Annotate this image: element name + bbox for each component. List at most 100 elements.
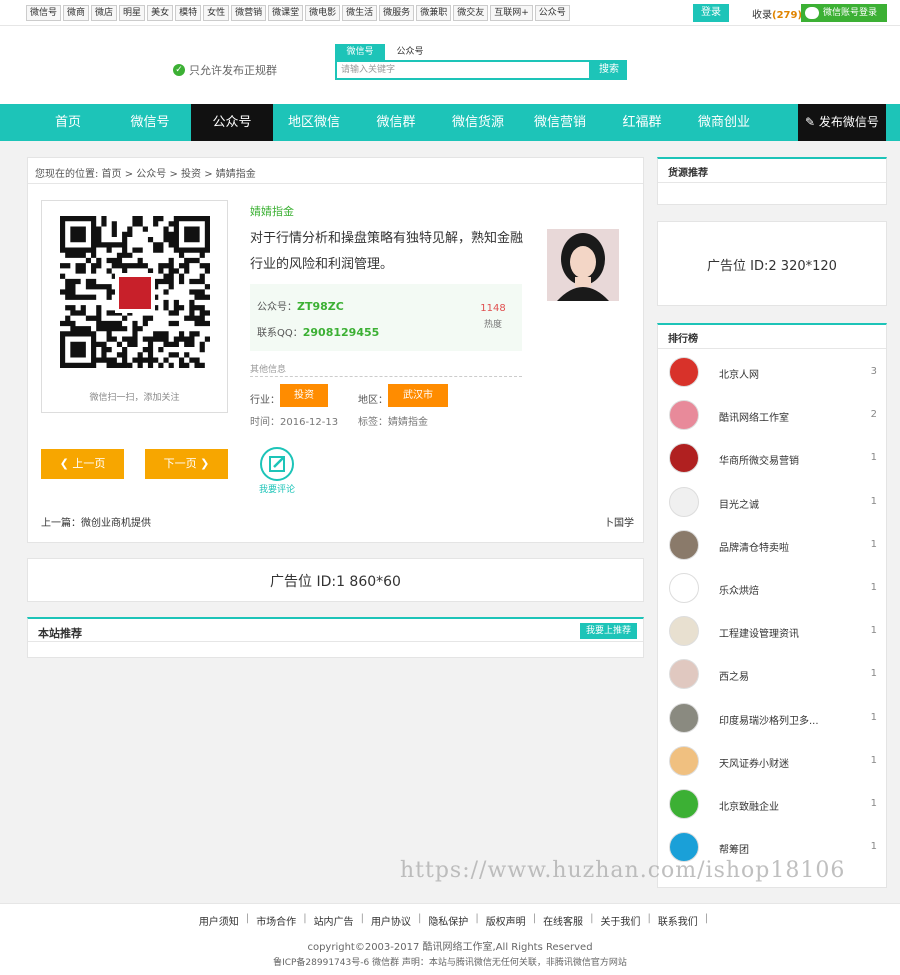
rank-item[interactable]: 酷讯网络工作室 2 [658, 396, 886, 439]
footer-link[interactable]: 隐私保护 [421, 913, 475, 928]
footer-link[interactable]: 关于我们 [593, 913, 647, 928]
wechat-login-button[interactable]: 微信账号登录 [801, 4, 887, 22]
apply-recommend-button[interactable]: 我要上推荐 [580, 623, 637, 639]
nav-item[interactable]: 微信群 [355, 104, 437, 141]
top-link[interactable]: 美女 [147, 5, 174, 21]
other-info-title: 其他信息 [250, 365, 287, 375]
publish-button[interactable]: ✎ 发布微信号 [798, 104, 886, 141]
region-tag[interactable]: 武汉市 [388, 384, 448, 407]
edit-icon [269, 456, 285, 472]
top-link[interactable]: 微营销 [231, 5, 267, 21]
contact-qq-label: 联系QQ： [257, 328, 303, 339]
top-link[interactable]: 微商 [63, 5, 90, 21]
footer-link[interactable]: 联系我们 [651, 913, 705, 928]
footer-link[interactable]: 用户须知 [192, 913, 246, 928]
nav-item[interactable]: 微信货源 [437, 104, 519, 141]
next-article-link[interactable]: 卜国学 [604, 514, 634, 529]
notice-text: 只允许发布正规群 [189, 64, 277, 77]
rank-item-avatar [669, 529, 699, 560]
icp-notice: 鲁ICP备28991743号-6 微信群 声明：本站与腾讯微信无任何关联，非腾讯… [273, 958, 627, 968]
account-id-value: ZT98ZC [297, 300, 344, 313]
top-link[interactable]: 微交友 [453, 5, 489, 21]
qr-caption: 微信扫一扫，添加关注 [89, 393, 180, 403]
nav-item[interactable]: 红福群 [601, 104, 683, 141]
top-link[interactable]: 微服务 [379, 5, 415, 21]
rank-item[interactable]: 品牌清仓特卖啦 1 [658, 526, 886, 569]
next-page-button[interactable]: 下一页 ❯ [145, 449, 228, 479]
rank-item-name[interactable]: 品牌清仓特卖啦 [719, 539, 829, 554]
industry-label: 行业： [250, 395, 280, 406]
top-link[interactable]: 互联网+ [490, 5, 533, 21]
comment-icon[interactable] [260, 447, 294, 481]
rank-item-name[interactable]: 乐众烘焙 [719, 582, 829, 597]
top-link[interactable]: 微店 [91, 5, 118, 21]
rank-item[interactable]: 印度易瑞沙格列卫多... 1 [658, 699, 886, 742]
top-link[interactable]: 微课堂 [268, 5, 304, 21]
footer-link[interactable]: 站内广告 [307, 913, 361, 928]
comment-label[interactable]: 我要评论 [253, 482, 301, 495]
top-link[interactable]: 女性 [203, 5, 230, 21]
next-page-label: 下一页 [163, 457, 197, 470]
top-link[interactable]: 微生活 [342, 5, 378, 21]
ad-slot-1-label: 广告位 ID:1 860*60 [270, 574, 401, 590]
search-tab-public-account[interactable]: 公众号 [388, 44, 432, 60]
rank-item-name[interactable]: 北京人网 [719, 366, 829, 381]
rank-item-count: 1 [870, 841, 877, 853]
rank-item-count: 1 [870, 754, 877, 766]
rank-item-avatar [669, 443, 699, 474]
rank-item-name[interactable]: 华商所微交易营销 [719, 452, 829, 467]
rank-item[interactable]: 北京致融企业 1 [658, 785, 886, 828]
account-description: 对于行情分析和操盘策略有独特见解，熟知金融行业的风险和利润管理。 [250, 231, 524, 272]
hot-value: 1148 [480, 303, 506, 314]
divider [658, 348, 886, 349]
rank-item[interactable]: 工程建设管理资讯 1 [658, 612, 886, 655]
search-input[interactable]: 请输入关键字 [335, 60, 591, 80]
search-button[interactable]: 搜索 [591, 60, 627, 80]
industry-tag[interactable]: 投资 [280, 384, 328, 407]
nav-item[interactable]: 微信营销 [519, 104, 601, 141]
divider [250, 376, 522, 377]
nav-item[interactable]: 微商创业 [683, 104, 765, 141]
footer-link[interactable]: 市场合作 [249, 913, 303, 928]
rank-item[interactable]: 北京人网 3 [658, 353, 886, 396]
footer-link[interactable]: 版权声明 [479, 913, 533, 928]
rank-item-name[interactable]: 天风证券小财迷 [719, 755, 829, 770]
top-link[interactable]: 微信号 [26, 5, 62, 21]
ad-slot-2-label: 广告位 ID:2 320*120 [707, 259, 837, 274]
rank-item[interactable]: 天风证券小财迷 1 [658, 742, 886, 785]
rank-item-name[interactable]: 西之易 [719, 668, 829, 683]
rank-item-name[interactable]: 帮筹团 [719, 841, 829, 856]
nav-item[interactable]: 微信号 [109, 104, 191, 141]
nav-item[interactable]: 公众号 [191, 104, 273, 141]
rank-item-name[interactable]: 目光之诚 [719, 496, 829, 511]
rank-item-name[interactable]: 北京致融企业 [719, 798, 829, 813]
login-button[interactable]: 登录 [693, 4, 729, 22]
site-logo[interactable] [20, 38, 150, 88]
watermark: https://www.huzhan.com/ishop18106 [400, 858, 846, 883]
recommend-panel [27, 617, 644, 658]
copyright: copyright©2003-2017 酷讯网络工作室,All Rights R… [307, 942, 593, 953]
contact-qq: 联系QQ：2908129455 [257, 324, 379, 339]
rank-item[interactable]: 华商所微交易营销 1 [658, 439, 886, 482]
top-link[interactable]: 公众号 [534, 5, 570, 21]
rank-item-name[interactable]: 工程建设管理资讯 [719, 625, 829, 640]
rank-item[interactable]: 乐众烘焙 1 [658, 569, 886, 612]
rank-item[interactable]: 西之易 1 [658, 655, 886, 698]
prev-page-button[interactable]: ❮ 上一页 [41, 449, 124, 479]
rank-item-count: 1 [870, 452, 877, 464]
prev-article-link[interactable]: 上一篇：微创业商机提供 [41, 514, 151, 529]
top-link[interactable]: 微电影 [305, 5, 341, 21]
top-link[interactable]: 明星 [119, 5, 146, 21]
nav-item[interactable]: 首页 [27, 104, 109, 141]
top-link[interactable]: 模特 [175, 5, 202, 21]
nav-item[interactable]: 地区微信 [273, 104, 355, 141]
footer-link[interactable]: 用户协议 [364, 913, 418, 928]
rank-item[interactable]: 目光之诚 1 [658, 483, 886, 526]
search-tab-wechat-id[interactable]: 微信号 [335, 44, 385, 60]
rank-item-name[interactable]: 印度易瑞沙格列卫多... [719, 712, 829, 727]
region-label: 地区： [358, 395, 388, 406]
rank-item-count: 1 [870, 668, 877, 680]
footer-link[interactable]: 在线客服 [536, 913, 590, 928]
top-link[interactable]: 微兼职 [416, 5, 452, 21]
rank-item-name[interactable]: 酷讯网络工作室 [719, 409, 829, 424]
